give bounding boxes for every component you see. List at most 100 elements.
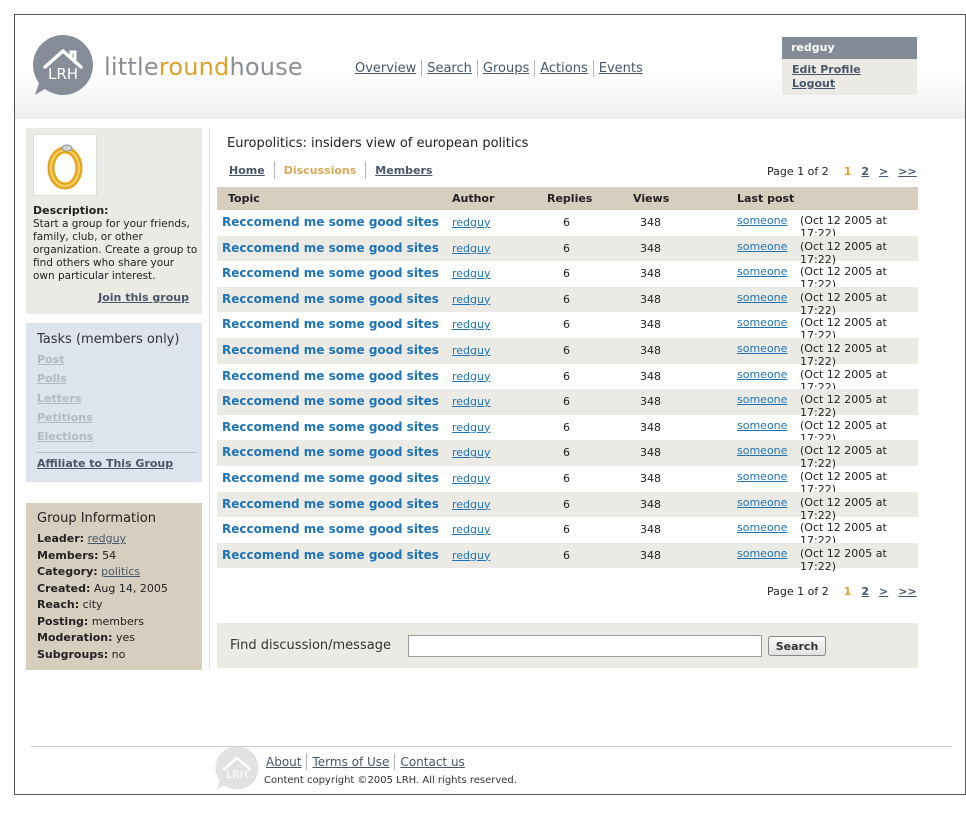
last-post-user-link[interactable]: someone xyxy=(737,547,787,560)
task-polls-link[interactable]: Polls xyxy=(37,372,67,385)
last-post-user-link[interactable]: someone xyxy=(737,496,787,509)
footer-terms-link[interactable]: Terms of Use xyxy=(307,755,394,769)
leader-link[interactable]: redguy xyxy=(88,532,127,545)
nav-search[interactable]: Search xyxy=(422,61,477,76)
col-topic[interactable]: Topic xyxy=(228,192,260,205)
author-link[interactable]: redguy xyxy=(452,472,491,485)
author-link[interactable]: redguy xyxy=(452,216,491,229)
col-replies[interactable]: Replies xyxy=(547,192,592,205)
views-count: 348 xyxy=(640,497,661,511)
topic-link[interactable]: Reccomend me some good sites xyxy=(222,497,439,511)
topic-link[interactable]: Reccomend me some good sites xyxy=(222,317,439,331)
author-link[interactable]: redguy xyxy=(452,370,491,383)
pagination-top: Page 1 of 2 1 2 > >> xyxy=(767,165,927,178)
topic-link[interactable]: Reccomend me some good sites xyxy=(222,241,439,255)
last-post-user-link[interactable]: someone xyxy=(737,368,787,381)
page-1-link[interactable]: 1 xyxy=(844,585,852,598)
author-link[interactable]: redguy xyxy=(452,498,491,511)
nav-groups[interactable]: Groups xyxy=(478,61,534,76)
last-post-user-link[interactable]: someone xyxy=(737,393,787,406)
page-label: Page 1 of 2 xyxy=(767,165,829,178)
replies-count: 6 xyxy=(563,241,570,255)
find-input[interactable] xyxy=(408,635,762,657)
task-letters-link[interactable]: Letters xyxy=(37,392,81,405)
topic-link[interactable]: Reccomend me some good sites xyxy=(222,369,439,383)
search-button[interactable]: Search xyxy=(768,636,826,656)
author-link[interactable]: redguy xyxy=(452,421,491,434)
info-label: Subgroups: xyxy=(37,648,109,661)
author-link[interactable]: redguy xyxy=(452,267,491,280)
author-link[interactable]: redguy xyxy=(452,395,491,408)
views-count: 348 xyxy=(640,318,661,332)
author-link[interactable]: redguy xyxy=(452,549,491,562)
topic-link[interactable]: Reccomend me some good sites xyxy=(222,548,439,562)
last-post-user-link[interactable]: someone xyxy=(737,342,787,355)
footer-contact-link[interactable]: Contact us xyxy=(395,755,469,769)
author-link[interactable]: redguy xyxy=(452,293,491,306)
logo-word-2: round xyxy=(158,53,230,81)
edit-profile-link[interactable]: Edit Profile xyxy=(782,63,917,77)
last-post-user-link[interactable]: someone xyxy=(737,419,787,432)
info-row-category: Category: politics xyxy=(37,565,140,578)
author-link[interactable]: redguy xyxy=(452,446,491,459)
logout-link[interactable]: Logout xyxy=(782,77,917,91)
next-page-link[interactable]: > xyxy=(879,585,888,598)
table-row: Reccomend me some good sites redguy 6 348 so… xyxy=(217,466,918,496)
last-post-user-link[interactable]: someone xyxy=(737,444,787,457)
author-link[interactable]: redguy xyxy=(452,523,491,536)
join-group-link[interactable]: Join this group xyxy=(98,291,189,304)
logo-wordmark[interactable]: littleroundhouse xyxy=(104,53,303,81)
topic-link[interactable]: Reccomend me some good sites xyxy=(222,420,439,434)
info-label: Posting: xyxy=(37,615,89,628)
last-page-link[interactable]: >> xyxy=(898,585,916,598)
task-post-link[interactable]: Post xyxy=(37,353,64,366)
last-post-user-link[interactable]: someone xyxy=(737,240,787,253)
last-post-user-link[interactable]: someone xyxy=(737,316,787,329)
author-link[interactable]: redguy xyxy=(452,318,491,331)
nav-actions[interactable]: Actions xyxy=(535,61,593,76)
task-petitions-link[interactable]: Petitions xyxy=(37,411,93,424)
info-label: Members: xyxy=(37,549,99,562)
logo-icon[interactable]: LRH xyxy=(31,33,95,97)
col-last-post[interactable]: Last post xyxy=(737,192,794,205)
topic-link[interactable]: Reccomend me some good sites xyxy=(222,266,439,280)
page-2-link[interactable]: 2 xyxy=(861,165,869,178)
info-label: Reach: xyxy=(37,598,80,611)
topic-link[interactable]: Reccomend me some good sites xyxy=(222,343,439,357)
table-row: Reccomend me some good sites redguy 6 348 so… xyxy=(217,261,918,291)
topic-link[interactable]: Reccomend me some good sites xyxy=(222,445,439,459)
topic-link[interactable]: Reccomend me some good sites xyxy=(222,394,439,408)
page-1-link[interactable]: 1 xyxy=(844,165,852,178)
topic-link[interactable]: Reccomend me some good sites xyxy=(222,215,439,229)
last-post-user-link[interactable]: someone xyxy=(737,470,787,483)
task-elections-link[interactable]: Elections xyxy=(37,430,93,443)
col-views[interactable]: Views xyxy=(633,192,669,205)
topic-link[interactable]: Reccomend me some good sites xyxy=(222,292,439,306)
info-value: yes xyxy=(116,631,136,644)
category-link[interactable]: politics xyxy=(101,565,140,578)
tab-discussions[interactable]: Discussions xyxy=(275,164,366,177)
views-count: 348 xyxy=(640,343,661,357)
replies-count: 6 xyxy=(563,267,570,281)
author-link[interactable]: redguy xyxy=(452,242,491,255)
last-post-user-link[interactable]: someone xyxy=(737,214,787,227)
last-post-user-link[interactable]: someone xyxy=(737,291,787,304)
topic-link[interactable]: Reccomend me some good sites xyxy=(222,471,439,485)
last-post-user-link[interactable]: someone xyxy=(737,521,787,534)
nav-events[interactable]: Events xyxy=(594,61,648,76)
footer-about-link[interactable]: About xyxy=(266,755,306,769)
affiliate-group-link[interactable]: Affiliate to This Group xyxy=(37,457,173,470)
tab-members[interactable]: Members xyxy=(366,164,441,177)
author-link[interactable]: redguy xyxy=(452,344,491,357)
page-2-link[interactable]: 2 xyxy=(861,585,869,598)
next-page-link[interactable]: > xyxy=(879,165,888,178)
topic-link[interactable]: Reccomend me some good sites xyxy=(222,522,439,536)
col-author[interactable]: Author xyxy=(452,192,494,205)
last-post-user-link[interactable]: someone xyxy=(737,265,787,278)
tab-home[interactable]: Home xyxy=(229,164,274,177)
views-count: 348 xyxy=(640,292,661,306)
info-row-created: Created: Aug 14, 2005 xyxy=(37,582,168,595)
last-page-link[interactable]: >> xyxy=(898,165,916,178)
nav-overview[interactable]: Overview xyxy=(355,61,421,76)
info-label: Category: xyxy=(37,565,98,578)
